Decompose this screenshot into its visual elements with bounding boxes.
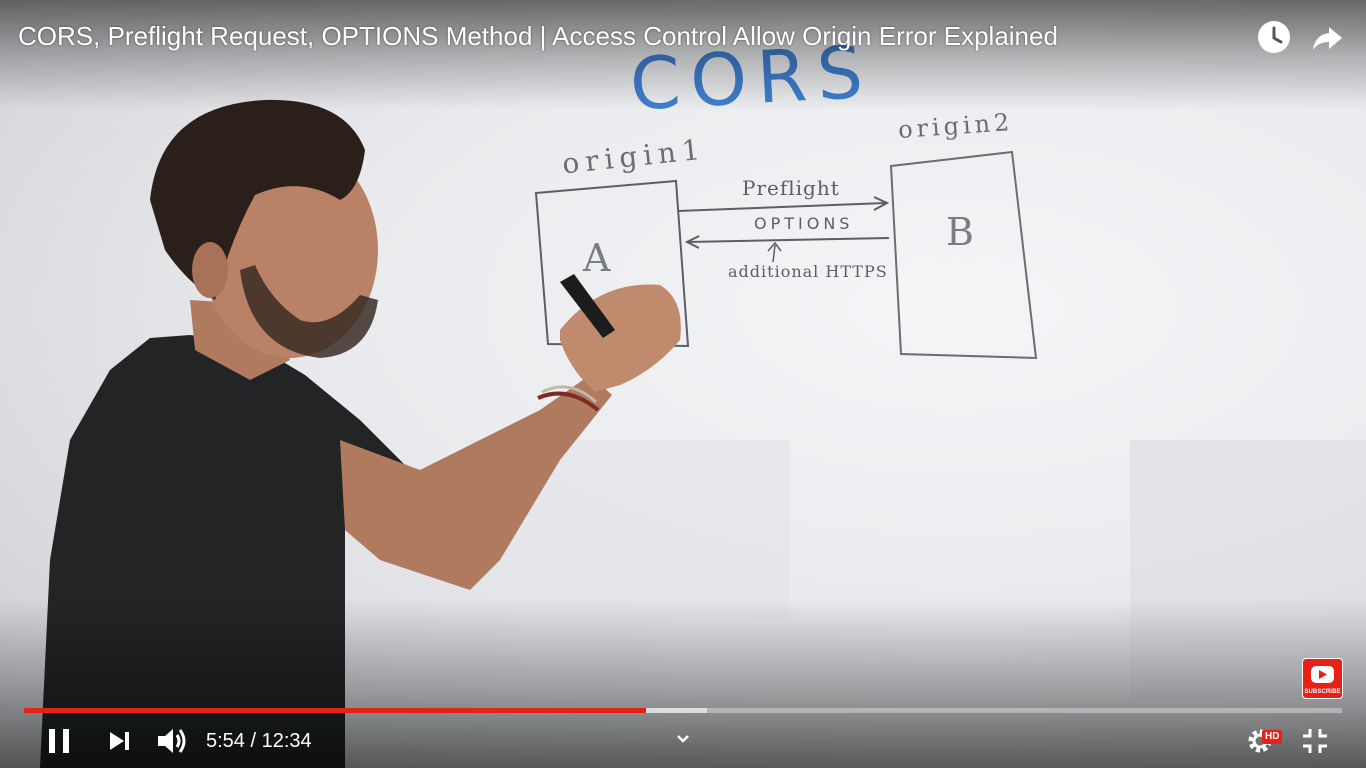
share-arrow-icon (1313, 27, 1342, 50)
video-player[interactable]: CORS origin1 origin2 A B Preflight OPTIO… (0, 0, 1366, 768)
video-title[interactable]: CORS, Preflight Request, OPTIONS Method … (18, 18, 1058, 54)
clock-icon (1258, 21, 1290, 53)
skip-next-icon (110, 732, 129, 750)
pause-button[interactable] (40, 722, 78, 760)
whiteboard-box-b-label: B (946, 210, 974, 254)
whiteboard-preflight-label: Preflight (742, 176, 840, 200)
top-gradient (0, 0, 1366, 110)
pause-icon (49, 729, 69, 753)
hd-badge: HD (1262, 730, 1283, 744)
volume-button[interactable] (152, 722, 192, 760)
exit-fullscreen-icon (1303, 729, 1327, 753)
whiteboard-box-a-label: A (583, 236, 611, 280)
diagram-arrow-response (687, 237, 890, 243)
share-button[interactable] (1309, 18, 1347, 56)
whiteboard-options-label: OPTIONS (754, 214, 854, 233)
duration: 12:34 (261, 730, 312, 752)
watch-later-button[interactable] (1255, 18, 1293, 56)
next-video-button[interactable] (102, 722, 138, 760)
subscribe-watermark-button[interactable]: SUBSCRIBE (1302, 658, 1343, 699)
current-time: 5:54 (206, 730, 245, 752)
diagram-box-b (889, 150, 1038, 360)
progress-bar[interactable] (24, 708, 1342, 713)
expand-chapters-button[interactable] (670, 726, 696, 752)
exit-fullscreen-button[interactable] (1296, 722, 1334, 760)
chevron-down-icon (677, 735, 689, 743)
youtube-logo-icon (1311, 666, 1334, 683)
subscribe-label: SUBSCRIBE (1304, 689, 1341, 695)
progress-played (24, 708, 646, 713)
whiteboard-annotation: additional HTTPS (728, 262, 888, 281)
time-display: 5:54 / 12:34 (206, 728, 312, 754)
diagram-arrow-request (677, 202, 886, 212)
volume-high-icon (158, 729, 186, 753)
time-separator: / (244, 730, 262, 752)
